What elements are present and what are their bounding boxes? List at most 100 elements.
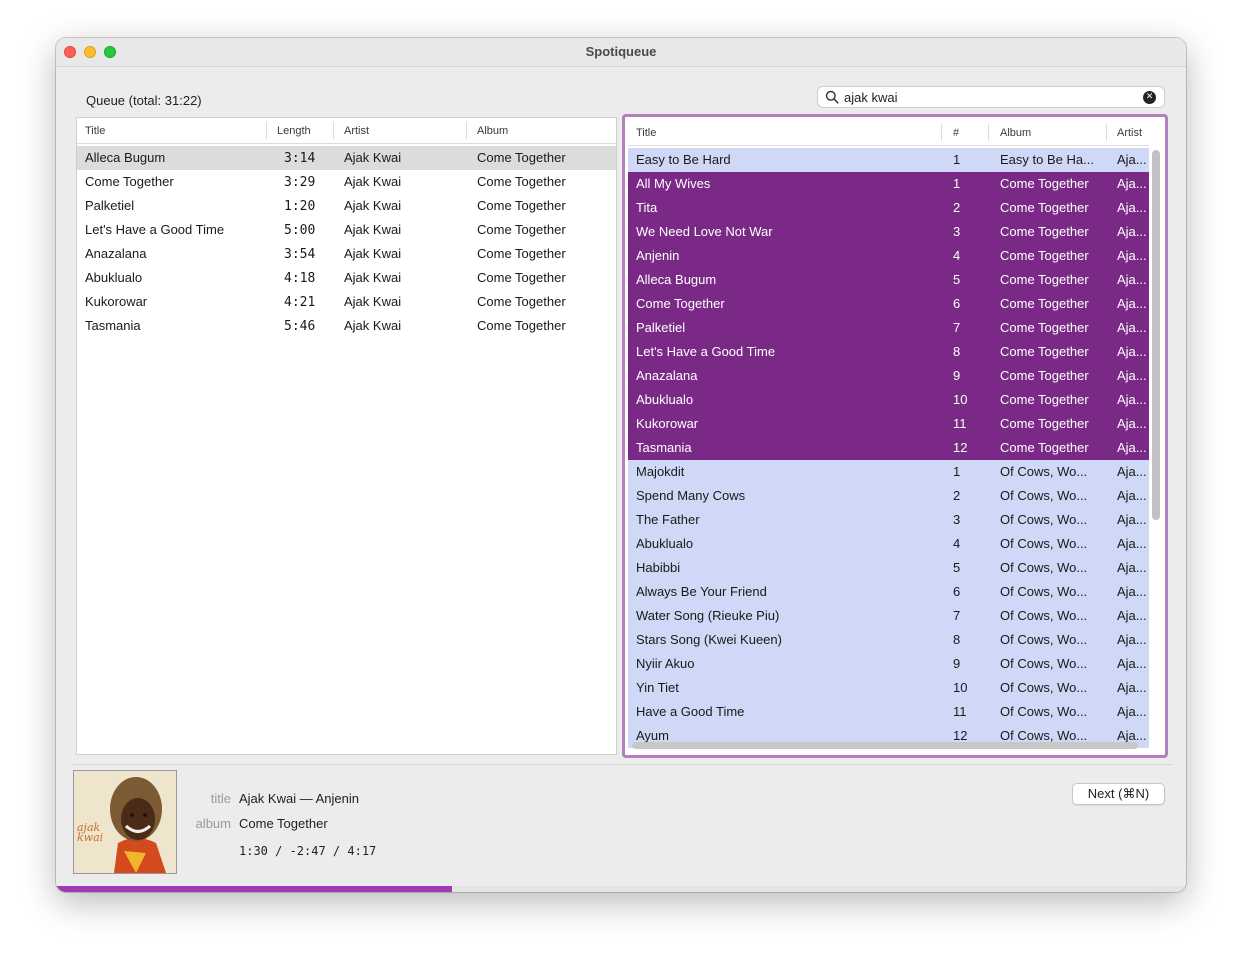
result-cell-number: 8 [953, 344, 961, 359]
column-divider [333, 122, 334, 139]
result-row[interactable]: Abuklualo 10 Come Together Aja... [628, 388, 1149, 412]
result-row[interactable]: Anjenin 4 Come Together Aja... [628, 244, 1149, 268]
queue-col-title[interactable]: Title [85, 125, 105, 137]
result-row[interactable]: Always Be Your Friend 6 Of Cows, Wo... Aja.… [628, 580, 1149, 604]
result-cell-album: Come Together [1000, 224, 1089, 239]
search-input[interactable] [844, 89, 1134, 105]
result-cell-artist: Aja... [1117, 176, 1147, 191]
queue-cell-length: 4:21 [284, 295, 316, 310]
queue-cell-artist: Ajak Kwai [344, 150, 402, 165]
result-cell-album: Come Together [1000, 176, 1089, 191]
queue-cell-length: 4:18 [284, 271, 316, 286]
result-row[interactable]: Tita 2 Come Together Aja... [628, 196, 1149, 220]
queue-cell-artist: Ajak Kwai [344, 174, 402, 189]
queue-cell-length: 3:54 [284, 247, 316, 262]
result-cell-number: 5 [953, 560, 961, 575]
results-col-artist[interactable]: Artist [1117, 127, 1142, 139]
result-row[interactable]: Anazalana 9 Come Together Aja... [628, 364, 1149, 388]
queue-cell-album: Come Together [477, 150, 566, 165]
queue-col-album[interactable]: Album [477, 125, 508, 137]
result-cell-artist: Aja... [1117, 536, 1147, 551]
result-cell-artist: Aja... [1117, 704, 1147, 719]
column-divider [466, 122, 467, 139]
result-row[interactable]: Kukorowar 11 Come Together Aja... [628, 412, 1149, 436]
results-col-title[interactable]: Title [636, 127, 656, 139]
app-window: Spotiqueue Queue (total: 31:22) ✕ Title … [56, 38, 1186, 892]
vertical-scrollbar[interactable] [1152, 150, 1160, 520]
queue-cell-title: Anazalana [85, 246, 147, 261]
result-row[interactable]: Habibbi 5 Of Cows, Wo... Aja... [628, 556, 1149, 580]
queue-row[interactable]: Come Together 3:29 Ajak Kwai Come Together [77, 170, 616, 194]
result-cell-artist: Aja... [1117, 392, 1147, 407]
result-row[interactable]: Abuklualo 4 Of Cows, Wo... Aja... [628, 532, 1149, 556]
result-cell-artist: Aja... [1117, 368, 1147, 383]
queue-cell-title: Abuklualo [85, 270, 143, 285]
queue-row[interactable]: Anazalana 3:54 Ajak Kwai Come Together [77, 242, 616, 266]
result-cell-title: All My Wives [636, 176, 711, 191]
queue-row[interactable]: Kukorowar 4:21 Ajak Kwai Come Together [77, 290, 616, 314]
queue-row[interactable]: Palketiel 1:20 Ajak Kwai Come Together [77, 194, 616, 218]
result-cell-album: Come Together [1000, 392, 1089, 407]
result-row[interactable]: We Need Love Not War 3 Come Together Aja... [628, 220, 1149, 244]
queue-table-header: Title Length Artist Album [77, 118, 616, 144]
horizontal-scrollbar[interactable] [632, 742, 1138, 749]
queue-row[interactable]: Abuklualo 4:18 Ajak Kwai Come Together [77, 266, 616, 290]
result-row[interactable]: Have a Good Time 11 Of Cows, Wo... Aja... [628, 700, 1149, 724]
column-divider [941, 124, 942, 141]
queue-cell-length: 5:46 [284, 319, 316, 334]
result-row[interactable]: Yin Tiet 10 Of Cows, Wo... Aja... [628, 676, 1149, 700]
result-row[interactable]: Majokdit 1 Of Cows, Wo... Aja... [628, 460, 1149, 484]
result-row[interactable]: Alleca Bugum 5 Come Together Aja... [628, 268, 1149, 292]
result-row[interactable]: Spend Many Cows 2 Of Cows, Wo... Aja... [628, 484, 1149, 508]
search-field[interactable]: ✕ [817, 86, 1165, 108]
result-row[interactable]: Stars Song (Kwei Kueen) 8 Of Cows, Wo... Aj… [628, 628, 1149, 652]
result-cell-title: Stars Song (Kwei Kueen) [636, 632, 782, 647]
result-row[interactable]: Palketiel 7 Come Together Aja... [628, 316, 1149, 340]
result-row[interactable]: Nyiir Akuo 9 Of Cows, Wo... Aja... [628, 652, 1149, 676]
queue-cell-artist: Ajak Kwai [344, 198, 402, 213]
result-row[interactable]: Let's Have a Good Time 8 Come Together Aja.… [628, 340, 1149, 364]
result-cell-title: Have a Good Time [636, 704, 745, 719]
result-row[interactable]: Come Together 6 Come Together Aja... [628, 292, 1149, 316]
result-cell-album: Come Together [1000, 200, 1089, 215]
result-cell-album: Of Cows, Wo... [1000, 656, 1088, 671]
result-cell-title: Palketiel [636, 320, 686, 335]
result-row[interactable]: All My Wives 1 Come Together Aja... [628, 172, 1149, 196]
result-cell-number: 10 [953, 680, 968, 695]
result-cell-title: Kukorowar [636, 416, 699, 431]
queue-row[interactable]: Alleca Bugum 3:14 Ajak Kwai Come Together [77, 146, 616, 170]
now-playing-album: Come Together [239, 816, 328, 831]
result-cell-title: Abuklualo [636, 392, 694, 407]
result-cell-album: Come Together [1000, 320, 1089, 335]
result-row[interactable]: Tasmania 12 Come Together Aja... [628, 436, 1149, 460]
result-cell-number: 2 [953, 200, 961, 215]
result-cell-album: Come Together [1000, 248, 1089, 263]
next-button[interactable]: Next (⌘N) [1072, 783, 1165, 805]
queue-table[interactable]: Title Length Artist Album Alleca Bugum 3:… [76, 117, 617, 755]
result-cell-title: Water Song (Rieuke Piu) [636, 608, 780, 623]
queue-row[interactable]: Tasmania 5:46 Ajak Kwai Come Together [77, 314, 616, 338]
result-cell-number: 7 [953, 608, 961, 623]
result-cell-title: Come Together [636, 296, 725, 311]
result-cell-album: Of Cows, Wo... [1000, 536, 1088, 551]
result-cell-number: 10 [953, 392, 968, 407]
results-col-album[interactable]: Album [1000, 127, 1031, 139]
queue-total-label: Queue (total: 31:22) [86, 93, 202, 108]
result-cell-title: We Need Love Not War [636, 224, 773, 239]
clear-search-icon[interactable]: ✕ [1143, 91, 1156, 104]
queue-col-length[interactable]: Length [277, 125, 311, 137]
result-cell-artist: Aja... [1117, 344, 1147, 359]
results-col-number[interactable]: # [953, 127, 959, 139]
queue-col-artist[interactable]: Artist [344, 125, 369, 137]
result-cell-title: Abuklualo [636, 536, 694, 551]
queue-row[interactable]: Let's Have a Good Time 5:00 Ajak Kwai Come … [77, 218, 616, 242]
playback-progress-bar[interactable] [56, 886, 1186, 892]
queue-cell-album: Come Together [477, 270, 566, 285]
queue-cell-album: Come Together [477, 246, 566, 261]
result-row[interactable]: Easy to Be Hard 1 Easy to Be Ha... Aja... [628, 148, 1149, 172]
search-results-table[interactable]: Title # Album Artist Easy to Be Hard 1 Eas… [628, 120, 1162, 752]
result-row[interactable]: The Father 3 Of Cows, Wo... Aja... [628, 508, 1149, 532]
now-playing-title-label: title [210, 791, 231, 806]
result-cell-title: Ayum [636, 728, 669, 743]
result-row[interactable]: Water Song (Rieuke Piu) 7 Of Cows, Wo... Aj… [628, 604, 1149, 628]
